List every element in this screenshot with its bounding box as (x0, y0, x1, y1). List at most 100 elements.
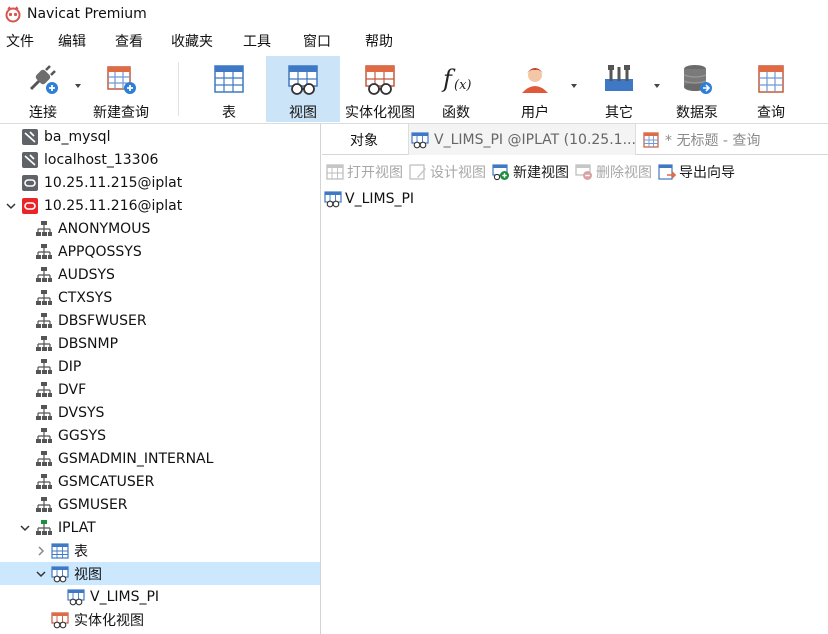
tree-view-item[interactable]: V_LIMS_PI (0, 585, 320, 608)
user-icon (522, 68, 548, 93)
object-list-item[interactable]: V_LIMS_PI (324, 188, 414, 210)
menu-edit[interactable]: 编辑 (52, 31, 109, 51)
other-label: 其它 (605, 105, 633, 121)
tree-label: GSMUSER (58, 496, 128, 513)
data-pump-button[interactable]: 数据泵 (668, 56, 726, 122)
schema-icon (35, 220, 53, 238)
tree-schema-item[interactable]: DVF (0, 378, 320, 401)
action-label: 删除视图 (596, 165, 652, 181)
delete-view-icon (575, 163, 593, 181)
mysql-connection-icon (21, 151, 39, 169)
new-view-button[interactable]: 新建视图 (492, 162, 569, 182)
tree-schema-item[interactable]: DVSYS (0, 401, 320, 424)
view-folder-icon (51, 565, 69, 583)
design-view-button[interactable]: 设计视图 (409, 162, 486, 182)
chevron-down-icon[interactable] (4, 199, 18, 213)
tab-objects[interactable]: 对象 (334, 124, 408, 155)
menu-tools[interactable]: 工具 (237, 31, 297, 51)
materialized-view-button[interactable]: 实体化视图 (342, 56, 418, 122)
connect-button[interactable]: 连接 (14, 56, 72, 122)
other-dropdown-arrow[interactable] (654, 84, 660, 88)
table-button[interactable]: 表 (196, 56, 262, 122)
tree-schema-item[interactable]: GGSYS (0, 424, 320, 447)
tree-label: ba_mysql (44, 128, 111, 145)
title-bar: Navicat Premium (0, 0, 828, 28)
tree-label: localhost_13306 (44, 151, 159, 168)
chevron-down-icon[interactable] (18, 521, 32, 535)
action-label: 导出向导 (679, 165, 735, 181)
menu-window[interactable]: 窗口 (297, 31, 359, 51)
schema-icon (35, 473, 53, 491)
tree-label: CTXSYS (58, 289, 113, 306)
tree-schema-item[interactable]: DBSFWUSER (0, 309, 320, 332)
open-view-button[interactable]: 打开视图 (326, 162, 403, 182)
tree-connection-localhost[interactable]: localhost_13306 (0, 148, 320, 171)
schema-icon (35, 381, 53, 399)
table-label: 表 (222, 105, 236, 121)
tab-view-design[interactable]: V_LIMS_PI @IPLAT (10.25.1... (408, 124, 636, 155)
table-icon (214, 65, 244, 93)
tree-label: GSMADMIN_INTERNAL (58, 450, 214, 467)
tree-folder-materialized-views[interactable]: 实体化视图 (0, 608, 320, 631)
other-button[interactable]: 其它 (586, 56, 652, 122)
view-icon (411, 131, 429, 149)
connect-dropdown-arrow[interactable] (75, 84, 81, 88)
tree-label: APPQOSSYS (58, 243, 142, 260)
tree-schema-item[interactable]: DBSNMP (0, 332, 320, 355)
export-wizard-button[interactable]: 导出向导 (658, 162, 735, 182)
view-icon (324, 190, 342, 208)
tree-schema-item[interactable]: DIP (0, 355, 320, 378)
new-view-icon (492, 163, 510, 181)
action-label: 打开视图 (347, 165, 403, 181)
connection-tree: ba_mysql localhost_13306 10.25.11.215@ip… (0, 124, 321, 634)
tree-label: DVSYS (58, 404, 105, 421)
tree-connection-ba-mysql[interactable]: ba_mysql (0, 125, 320, 148)
schema-icon (35, 312, 53, 330)
tree-folder-tables[interactable]: 表 (0, 539, 320, 562)
design-view-icon (409, 163, 427, 181)
schema-icon (35, 289, 53, 307)
mysql-connection-icon (21, 128, 39, 146)
schema-icon (35, 450, 53, 468)
view-button[interactable]: 视图 (266, 56, 340, 122)
schema-icon (35, 496, 53, 514)
tree-schema-item[interactable]: APPQOSSYS (0, 240, 320, 263)
function-button[interactable]: f (x) 函数 (424, 56, 488, 122)
tree-label: IPLAT (58, 519, 96, 536)
function-icon: f (x) (441, 65, 471, 93)
menu-favorites[interactable]: 收藏夹 (165, 31, 237, 51)
user-dropdown-arrow[interactable] (571, 84, 577, 88)
schema-icon (35, 335, 53, 353)
tree-label: DBSFWUSER (58, 312, 147, 329)
tree-schema-item[interactable]: ANONYMOUS (0, 217, 320, 240)
tree-schema-item[interactable]: AUDSYS (0, 263, 320, 286)
tree-folder-views[interactable]: 视图 (0, 562, 320, 585)
tree-schema-item[interactable]: GSMCATUSER (0, 470, 320, 493)
tree-connection-216[interactable]: 10.25.11.216@iplat (0, 194, 320, 217)
menu-view[interactable]: 查看 (109, 31, 165, 51)
delete-view-button[interactable]: 删除视图 (575, 162, 652, 182)
tab-label: * 无标题 - 查询 (665, 132, 761, 149)
schema-icon (35, 243, 53, 261)
schema-icon (35, 427, 53, 445)
tree-schema-item[interactable]: CTXSYS (0, 286, 320, 309)
tab-untitled-query[interactable]: * 无标题 - 查询 (640, 124, 828, 155)
database-pump-icon (683, 65, 712, 94)
tree-schema-item[interactable]: GSMUSER (0, 493, 320, 516)
toolbar-separator (178, 62, 179, 116)
menu-file[interactable]: 文件 (0, 31, 52, 51)
tree-schema-item[interactable]: GSMADMIN_INTERNAL (0, 447, 320, 470)
tree-connection-215[interactable]: 10.25.11.215@iplat (0, 171, 320, 194)
tools-icon (605, 65, 633, 91)
chevron-right-icon[interactable] (34, 544, 48, 558)
query-button[interactable]: 查询 (742, 56, 800, 122)
object-name: V_LIMS_PI (345, 191, 415, 207)
menu-help[interactable]: 帮助 (359, 31, 406, 51)
svg-text:(x): (x) (454, 78, 471, 93)
new-query-button[interactable]: 新建查询 (88, 56, 154, 122)
user-button[interactable]: 用户 (502, 56, 568, 122)
tree-schema-iplat[interactable]: IPLAT (0, 516, 320, 539)
schema-icon (35, 358, 53, 376)
table-folder-icon (51, 542, 69, 560)
chevron-down-icon[interactable] (34, 567, 48, 581)
